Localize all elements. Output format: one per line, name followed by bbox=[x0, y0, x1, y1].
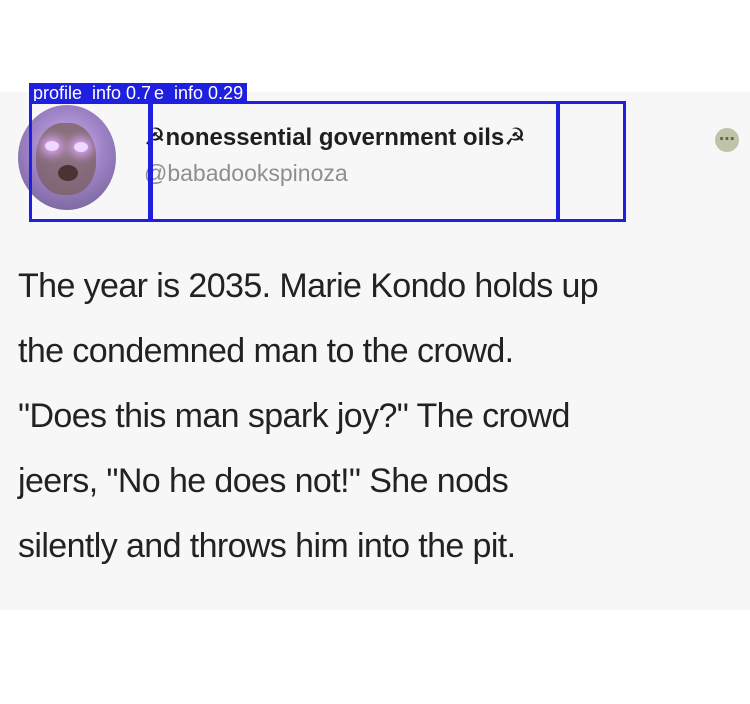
name-info-box bbox=[148, 101, 559, 222]
name-info-label: e_info 0.29 bbox=[150, 83, 248, 103]
tweet-line-5: silently and throws him into the pit. bbox=[18, 527, 516, 565]
tweet-line-2: the condemned man to the crowd. bbox=[18, 332, 514, 370]
extra-info-box bbox=[557, 101, 626, 222]
tweet-line-1: The year is 2035. Marie Kondo holds up bbox=[18, 267, 599, 305]
profile-info-box bbox=[29, 101, 153, 222]
profile-info-label: profile_info 0.76 bbox=[29, 83, 166, 103]
tweet-line-3: "Does this man spark joy?" The crowd bbox=[18, 397, 570, 435]
tweet-line-4: jeers, "No he does not!" She nods bbox=[18, 462, 509, 500]
more-options-icon[interactable]: ⋯ bbox=[715, 128, 739, 152]
tweet-text: The year is 2035. Marie Kondo holds up t… bbox=[18, 254, 728, 579]
